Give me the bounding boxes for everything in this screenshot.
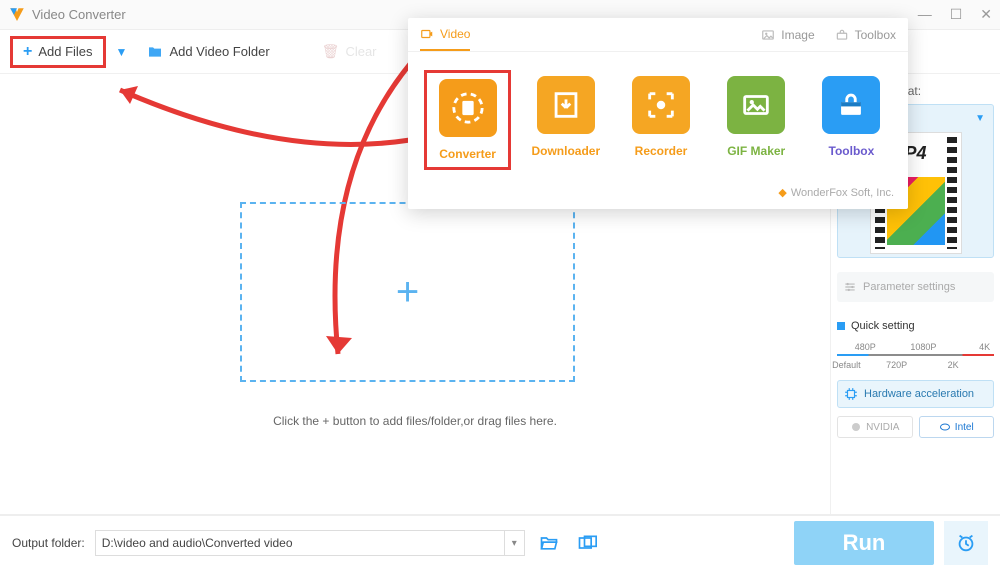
output-folder-label: Output folder: — [12, 536, 85, 550]
toolbox-tool-icon — [834, 88, 868, 122]
app-logo-icon — [8, 6, 26, 24]
chevron-down-icon: ▼ — [975, 113, 985, 124]
tick-2k: 2K — [948, 360, 959, 370]
output-folder-input[interactable] — [96, 531, 504, 555]
bottom-bar: Output folder: ▾ Run — [0, 514, 1000, 570]
parameter-settings-button[interactable]: Parameter settings — [837, 272, 994, 302]
popup-tools: Converter Downloader Recorder GIF Maker … — [408, 52, 908, 180]
drop-zone[interactable]: + — [240, 202, 575, 382]
output-folder-path: ▾ — [95, 530, 525, 556]
dropzone-hint: Click the + button to add files/folder,o… — [0, 414, 830, 428]
quick-setting-label: Quick setting — [851, 320, 915, 332]
folder-icon — [147, 44, 163, 60]
plus-icon: + — [23, 44, 32, 60]
maximize-button[interactable]: ☐ — [950, 6, 963, 23]
merge-button[interactable] — [573, 529, 601, 557]
tool-converter[interactable]: Converter — [424, 70, 511, 170]
hw-label: Hardware acceleration — [864, 388, 974, 400]
tick-default: Default — [832, 360, 861, 370]
flame-icon: ◆ — [778, 187, 786, 199]
window-controls: — ☐ ✕ — [918, 6, 992, 23]
converter-icon — [451, 91, 485, 125]
add-files-dropdown[interactable]: ▼ — [116, 45, 128, 59]
dropzone-plus-icon: + — [396, 270, 419, 315]
gpu-chips: NVIDIA Intel — [837, 416, 994, 438]
add-video-folder-button[interactable]: Add Video Folder — [137, 39, 279, 65]
run-label: Run — [843, 530, 886, 556]
close-button[interactable]: ✕ — [980, 6, 992, 23]
param-label: Parameter settings — [863, 281, 955, 293]
open-folder-icon — [539, 533, 559, 553]
clear-label: Clear — [345, 44, 376, 59]
hardware-acceleration-button[interactable]: Hardware acceleration — [837, 380, 994, 408]
tick-4k: 4K — [979, 342, 990, 352]
downloader-icon — [549, 88, 583, 122]
sliders-icon — [843, 280, 857, 294]
tool-toolbox[interactable]: Toolbox — [811, 70, 892, 170]
chip-icon — [844, 387, 858, 401]
nvidia-icon — [850, 421, 862, 433]
add-files-button[interactable]: + Add Files — [10, 36, 106, 68]
trash-icon: 🗑 — [322, 43, 340, 60]
recorder-icon — [644, 88, 678, 122]
square-bullet-icon — [837, 322, 845, 330]
output-folder-dropdown[interactable]: ▾ — [504, 531, 524, 555]
intel-icon — [939, 421, 951, 433]
popup-footer: ◆WonderFox Soft, Inc. — [408, 180, 908, 209]
tick-720p: 720P — [886, 360, 907, 370]
tick-480p: 480P — [855, 342, 876, 352]
quick-setting: Quick setting 480P 1080P 4K Default 720P… — [837, 320, 994, 370]
module-popup: Video Image Toolbox Converter Downloader — [408, 18, 908, 209]
gifmaker-icon — [739, 88, 773, 122]
minimize-button[interactable]: — — [918, 6, 932, 23]
tool-downloader[interactable]: Downloader — [525, 70, 606, 170]
tool-gifmaker[interactable]: GIF Maker — [716, 70, 797, 170]
run-button[interactable]: Run — [794, 521, 934, 565]
clear-button[interactable]: 🗑 Clear — [312, 38, 387, 65]
quality-slider[interactable]: 480P 1080P 4K Default 720P 2K — [837, 340, 994, 370]
popup-tabs: Video Image Toolbox — [408, 18, 908, 52]
alarm-icon — [955, 532, 977, 554]
tab-toolbox[interactable]: Toolbox — [835, 18, 896, 51]
intel-chip[interactable]: Intel — [919, 416, 995, 438]
open-folder-button[interactable] — [535, 529, 563, 557]
tool-recorder[interactable]: Recorder — [620, 70, 701, 170]
add-files-label: Add Files — [38, 44, 92, 59]
tick-1080p: 1080P — [910, 342, 936, 352]
nvidia-chip[interactable]: NVIDIA — [837, 416, 913, 438]
video-icon — [420, 27, 434, 41]
schedule-button[interactable] — [944, 521, 988, 565]
toolbox-icon — [835, 28, 849, 42]
tab-video[interactable]: Video — [420, 18, 470, 51]
add-folder-label: Add Video Folder — [169, 44, 269, 59]
tab-image[interactable]: Image — [761, 18, 814, 51]
merge-icon — [577, 533, 597, 553]
annotation-arrow-1 — [100, 70, 420, 170]
image-icon — [761, 28, 775, 42]
app-window: Video Converter — ☐ ✕ + Add Files ▼ Add … — [0, 0, 1000, 570]
